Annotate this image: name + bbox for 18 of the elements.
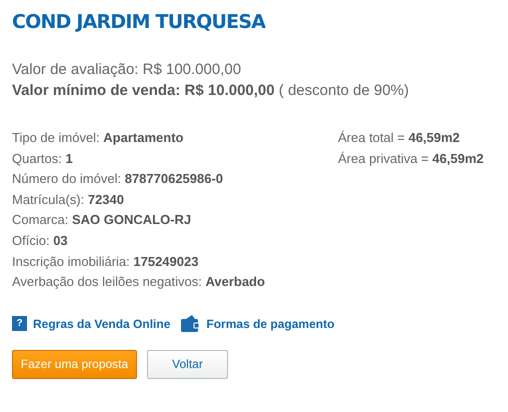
wallet-icon — [180, 314, 200, 333]
link[interactable]: Formas de pagamento — [206, 316, 334, 331]
minimum-price-text: Valor mínimo de venda: R$ 10.000,00 ( desconto de 90%) — [12, 81, 410, 101]
area-text: Área privativa = 46,59m2 — [338, 150, 484, 168]
valuation-text: Valor de avaliação: R$ 100.000,00 — [12, 60, 242, 80]
detail-text: Número do imóvel: 878770625986-0 — [12, 170, 224, 188]
back-button[interactable]: Voltar — [147, 350, 228, 379]
help-icon: ? — [12, 316, 27, 332]
detail-text: Comarca: SAO GONCALO-RJ — [12, 211, 192, 230]
detail-text: Ofício: 03 — [12, 232, 69, 250]
detail-text: Averbação dos leilões negativos: Averbado — [12, 273, 266, 292]
detail-text: Inscrição imobiliária: 175249023 — [12, 252, 200, 271]
detail-text: Tipo de imóvel: Apartamento — [12, 129, 184, 147]
property-title: COND JARDIM TURQUESA — [12, 10, 267, 34]
area-text: Área total = 46,59m2 — [338, 129, 461, 147]
link[interactable]: Regras da Venda Online — [33, 316, 170, 331]
detail-text: Matrícula(s): 72340 — [12, 190, 125, 209]
detail-text: Quartos: 1 — [12, 150, 74, 168]
